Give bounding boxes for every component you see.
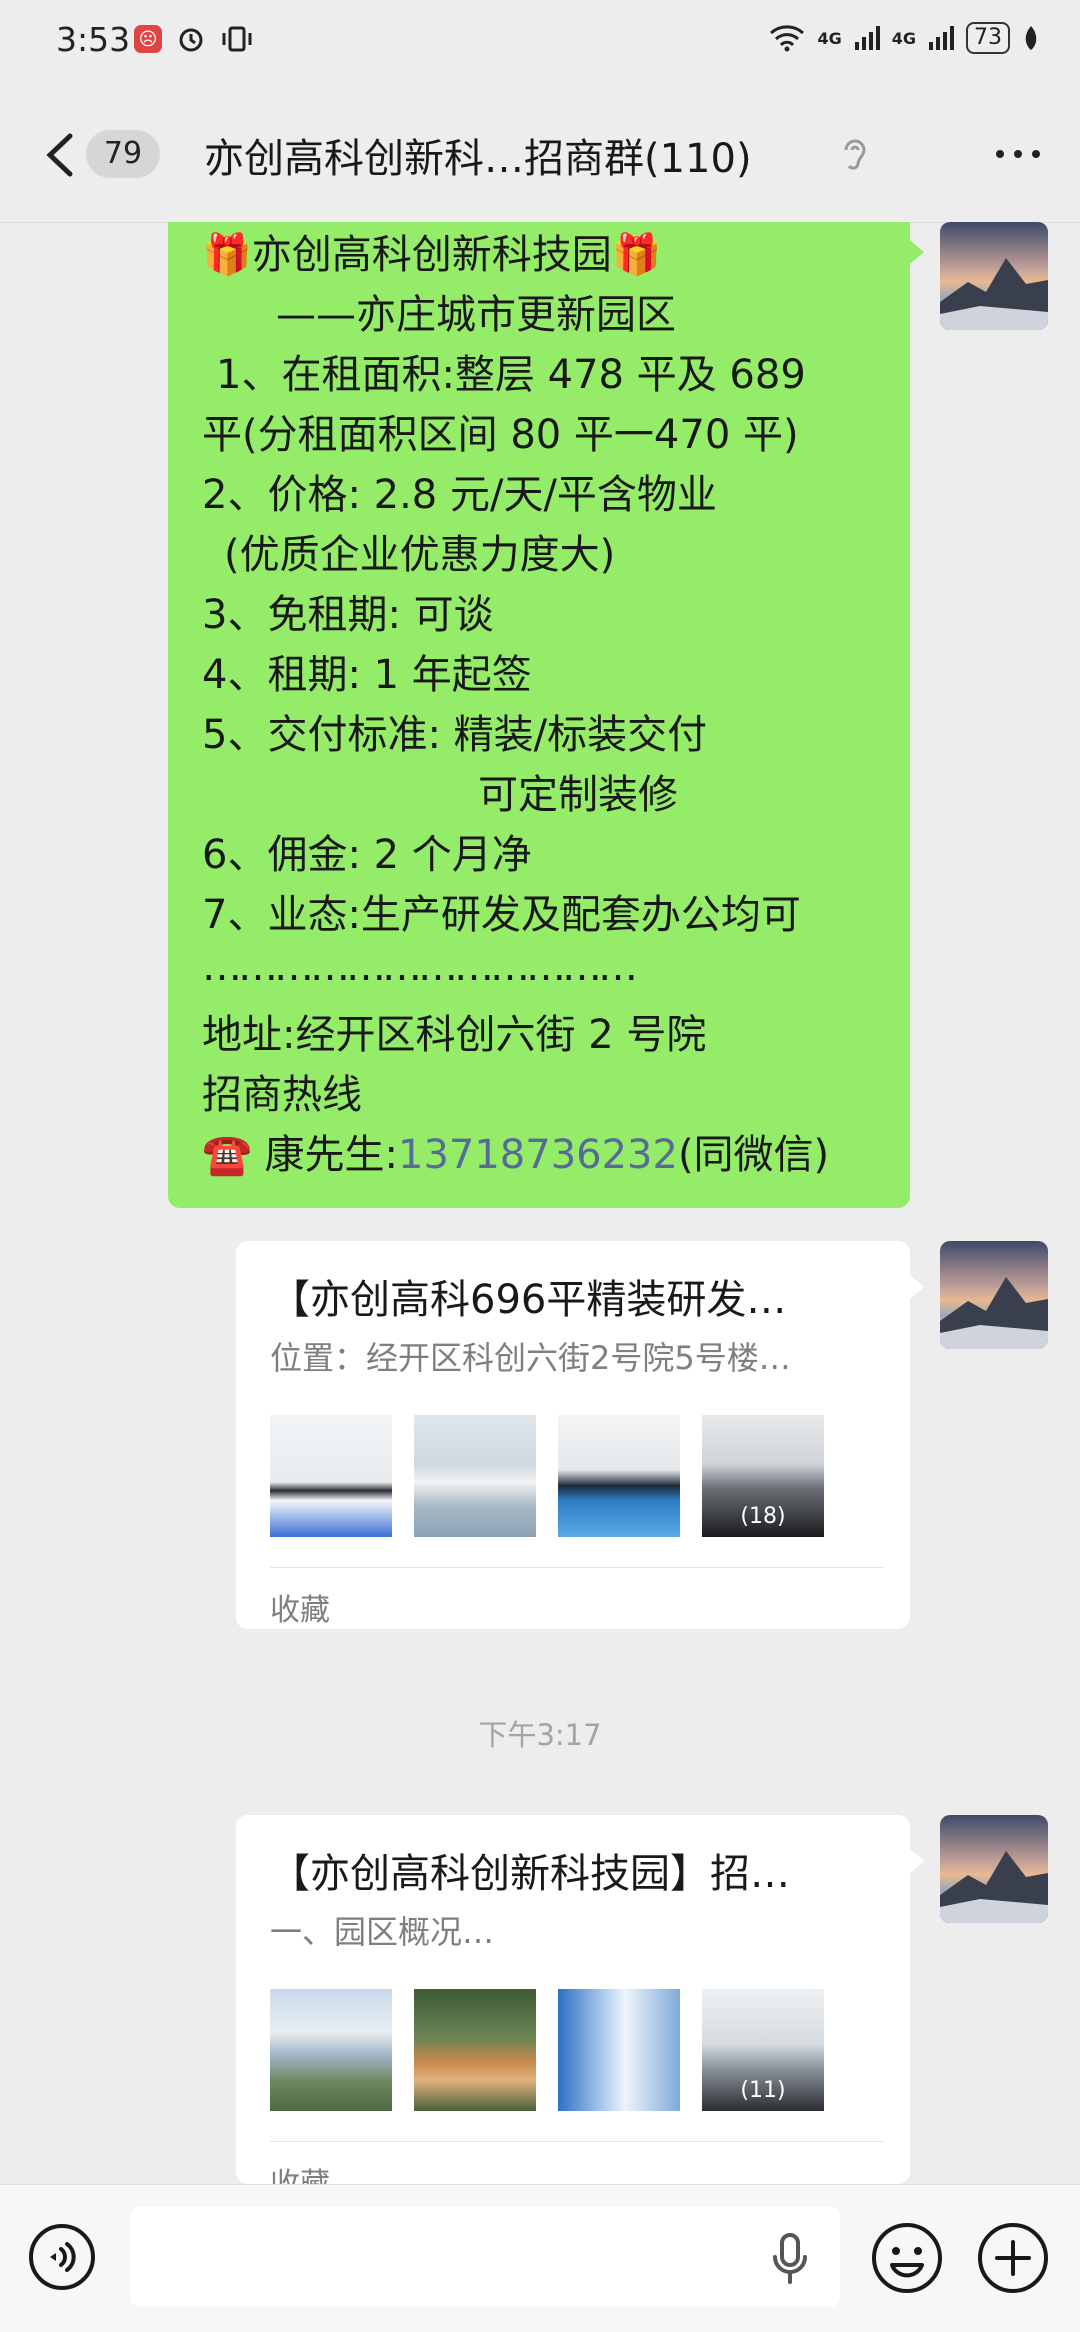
chevron-left-icon[interactable] <box>40 132 80 178</box>
thumbnail-image: (18) <box>702 1415 824 1537</box>
network-type-1: 4G <box>817 28 842 48</box>
message-line: 🎁亦创高科创新科技园🎁 <box>202 232 662 278</box>
card-source-label: 收藏 <box>270 1593 330 1628</box>
link-card[interactable]: 【亦创高科创新科技园】招… 一、园区概况… (11) 收藏 <box>236 1815 924 2202</box>
card-subtitle: 一、园区概况… <box>270 1913 495 1951</box>
contact-suffix: (同微信) <box>677 1132 830 1178</box>
phone-number-link[interactable]: 13718736232 <box>398 1132 678 1178</box>
message-line: 5、交付标准: 精装/标装交付 <box>202 712 708 758</box>
avatar[interactable] <box>940 222 1048 330</box>
thumbnail-image <box>414 1415 536 1537</box>
link-card[interactable]: 【亦创高科696平精装研发… 位置：经开区科创六街2号院5号楼… (18) 收藏 <box>236 1241 924 1629</box>
vibrate-icon <box>222 26 252 52</box>
message-line: (优质企业优惠力度大) <box>224 532 616 578</box>
thumbnail-image <box>558 1415 680 1537</box>
chat-input-bar <box>0 2184 1080 2332</box>
thumbnail-image <box>270 1989 392 2111</box>
contact-line: ☎️ 康先生:13718736232(同微信) <box>202 1130 829 1180</box>
thumbnail-image <box>270 1415 392 1537</box>
text-message-bubble[interactable]: 🎁亦创高科创新科技园🎁 ——亦庄城市更新园区 1、在租面积:整层 478 平及 … <box>168 222 924 1208</box>
plus-icon[interactable] <box>976 2221 1050 2295</box>
message-line: ……………………………… <box>202 944 638 990</box>
wifi-icon <box>770 25 805 52</box>
thumbnail-image <box>558 1989 680 2111</box>
card-thumbnails: (11) <box>270 1989 824 2111</box>
message-line: 平(分租面积区间 80 平一470 平) <box>202 412 799 458</box>
status-time: 3:53 <box>56 20 131 59</box>
message-line: 6、佣金: 2 个月净 <box>202 832 532 878</box>
image-count: (18) <box>740 1504 786 1529</box>
divider <box>270 2141 884 2142</box>
message-line: 2、价格: 2.8 元/天/平含物业 <box>202 472 717 518</box>
ear-icon <box>844 139 866 170</box>
alarm-icon <box>179 28 203 52</box>
battery-level: 73 <box>966 22 1010 54</box>
emoji-icon[interactable] <box>870 2221 944 2295</box>
unread-count-badge[interactable]: 79 <box>86 130 160 178</box>
message-line: 地址:经开区科创六街 2 号院 <box>202 1012 707 1058</box>
microphone-icon[interactable] <box>770 2231 810 2287</box>
thumbnail-image <box>414 1989 536 2111</box>
chat-title[interactable]: 亦创高科创新科…招商群(110) <box>204 126 752 184</box>
voice-icon[interactable] <box>28 2223 96 2291</box>
card-title: 【亦创高科创新科技园】招… <box>270 1851 790 1897</box>
image-count: (11) <box>740 2078 786 2103</box>
more-dots-icon[interactable] <box>996 150 1040 158</box>
message-line: 1、在租面积:整层 478 平及 689 <box>216 352 806 398</box>
signal-icon <box>854 26 880 50</box>
avatar[interactable] <box>940 1815 1048 1923</box>
message-line: 3、免租期: 可谈 <box>202 592 494 638</box>
message-line: ——亦庄城市更新园区 <box>276 292 676 338</box>
thumbnail-image: (11) <box>702 1989 824 2111</box>
contact-prefix: ☎️ 康先生: <box>202 1132 398 1178</box>
message-line: 可定制装修 <box>478 772 678 818</box>
message-line: 招商热线 <box>202 1072 362 1118</box>
chat-header: 79 亦创高科创新科…招商群(110) <box>0 88 1080 223</box>
status-bar: 3:53 ☹ 4G 4G 73 <box>0 0 1080 88</box>
card-title: 【亦创高科696平精装研发… <box>270 1277 787 1323</box>
app-notification-icon: ☹ <box>134 25 162 53</box>
message-timestamp: 下午3:17 <box>478 1718 602 1752</box>
card-thumbnails: (18) <box>270 1415 824 1537</box>
card-subtitle: 位置：经开区科创六街2号院5号楼… <box>270 1339 791 1377</box>
signal-icon <box>929 26 954 50</box>
message-input[interactable] <box>130 2207 840 2307</box>
message-line: 4、租期: 1 年起签 <box>202 652 532 698</box>
avatar[interactable] <box>940 1241 1048 1349</box>
network-type-2: 4G <box>891 28 916 48</box>
message-line: 7、业态:生产研发及配套办公均可 <box>202 892 801 938</box>
leaf-icon <box>1025 26 1037 50</box>
divider <box>270 1567 884 1568</box>
